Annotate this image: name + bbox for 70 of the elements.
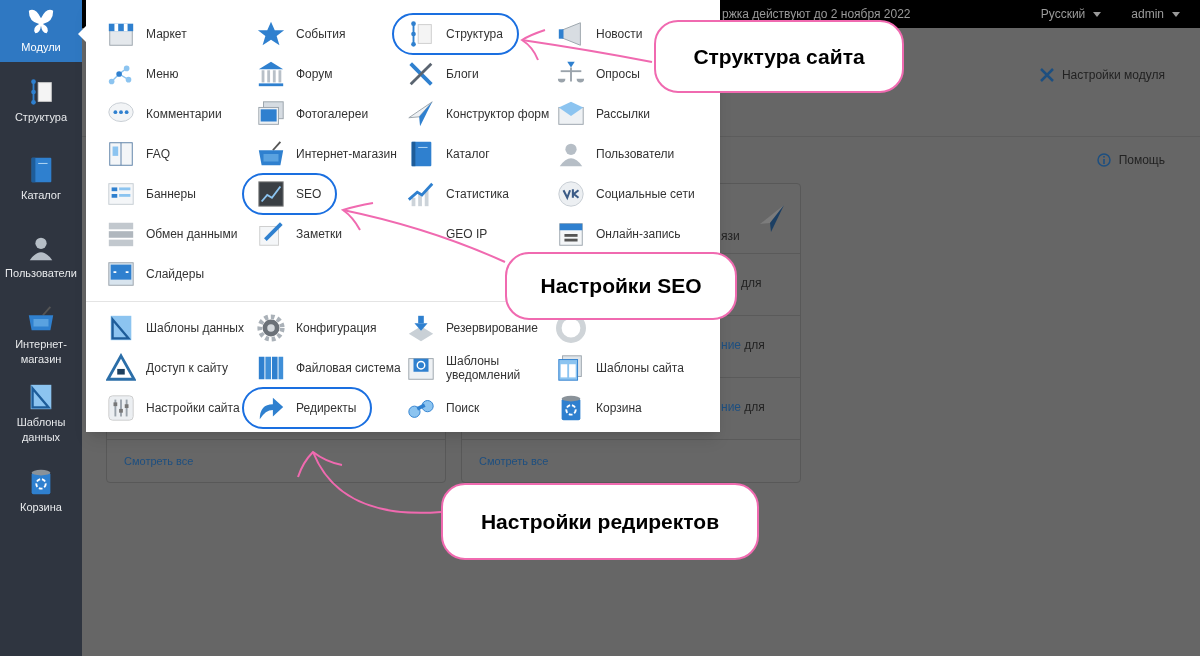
sidebar-item[interactable]: Структура <box>0 62 82 140</box>
module-menu-item[interactable]: Каталог <box>446 147 490 161</box>
module-menu-item[interactable]: Доступ к сайту <box>146 361 228 375</box>
sliders-icon <box>106 393 136 423</box>
module-menu-item[interactable]: Баннеры <box>146 187 196 201</box>
module-menu-item[interactable]: Статистика <box>446 187 510 201</box>
card-row-text: ние для <box>721 399 765 416</box>
notice-text: ржка действуют до 2 ноября 2022 <box>721 6 911 23</box>
module-menu-item[interactable]: Конфигурация <box>296 321 377 335</box>
sidebar-item[interactable]: Шаблоны данных <box>0 374 82 452</box>
module-menu-item[interactable]: Редиректы <box>296 401 357 415</box>
module-menu-item[interactable]: Маркет <box>146 27 187 41</box>
module-menu-item[interactable]: Блоги <box>446 67 479 81</box>
sidebar-item[interactable]: Модули <box>0 0 82 62</box>
module-menu-item[interactable]: Форум <box>296 67 333 81</box>
module-menu-item[interactable]: Поиск <box>446 401 480 415</box>
module-menu-item[interactable]: Слайдеры <box>146 267 205 281</box>
sidebar-item[interactable]: Интернет-магазин <box>0 296 82 374</box>
module-menu-item[interactable]: Пользователи <box>596 147 675 161</box>
module-menu-item[interactable]: Конструктор форм <box>446 107 550 121</box>
card-row-text: для <box>740 275 762 292</box>
module-menu-item[interactable]: Рассылки <box>596 107 650 121</box>
module-menu-item[interactable]: Резервирование <box>446 321 538 335</box>
book-icon <box>106 139 136 169</box>
warning-sign-icon <box>106 353 136 383</box>
module-menu-item[interactable]: События <box>296 27 346 41</box>
module-menu-item[interactable]: Социальные сети <box>596 187 695 201</box>
module-menu-item[interactable]: Интернет-магазин <box>296 147 397 161</box>
user-dropdown[interactable]: admin <box>1131 5 1180 23</box>
module-menu-item[interactable]: FAQ <box>146 147 170 161</box>
sidebar-item[interactable]: Каталог <box>0 140 82 218</box>
module-menu-item[interactable]: Корзина <box>596 401 642 415</box>
module-menu-item[interactable]: Шаблоны сайта <box>596 361 684 375</box>
wrench-icon <box>1039 68 1054 82</box>
language-dropdown[interactable]: Русский <box>1040 5 1102 23</box>
module-menu-item[interactable]: Онлайн-запись <box>596 227 681 241</box>
circled-menu-item[interactable]: Структура <box>392 13 519 55</box>
callout-label: Структура сайта <box>654 20 904 93</box>
module-menu-item[interactable]: Комментарии <box>146 107 222 121</box>
caret-icon <box>1172 11 1180 17</box>
module-menu-item[interactable]: Меню <box>146 67 179 81</box>
gear-icon <box>256 313 286 343</box>
module-menu-item[interactable]: Заметки <box>296 227 342 241</box>
module-menu-item[interactable]: Шаблоны уведомлений <box>446 354 558 382</box>
paper-plane-icon <box>758 204 786 234</box>
info-icon <box>1096 153 1111 167</box>
module-menu-item[interactable]: Настройки сайта <box>146 401 240 415</box>
card-row-text: ние для <box>721 337 765 354</box>
line-chart-icon <box>256 179 286 209</box>
circled-menu-item[interactable]: Редиректы <box>242 387 373 429</box>
callout-label: Настройки SEO <box>505 252 737 320</box>
module-menu-item[interactable]: Обмен данными <box>146 227 238 241</box>
sidebar-item[interactable]: Корзина <box>0 452 82 530</box>
bank-icon <box>256 59 286 89</box>
callout-label: Настройки редиректов <box>441 483 759 560</box>
module-menu-item[interactable]: SEO <box>296 187 322 201</box>
module-menu-item[interactable]: Структура <box>446 27 503 41</box>
module-menu-item[interactable]: GEO IP <box>446 227 488 241</box>
module-menu-item[interactable]: Фотогалереи <box>296 107 369 121</box>
round-badge-icon <box>556 179 586 209</box>
module-menu-item[interactable]: Опросы <box>596 67 640 81</box>
module-menu-item[interactable]: Новости <box>596 27 643 41</box>
card-title-text: язи <box>721 228 740 245</box>
circled-menu-item[interactable]: SEO <box>242 173 338 215</box>
module-menu-item[interactable]: Файловая система <box>296 361 401 375</box>
module-menu-item[interactable]: Шаблоны данных <box>146 321 244 335</box>
slider-icon <box>106 259 136 289</box>
sidebar-item[interactable]: Пользователи <box>0 218 82 296</box>
caret-icon <box>1093 11 1102 17</box>
download-tray-icon <box>406 313 436 343</box>
